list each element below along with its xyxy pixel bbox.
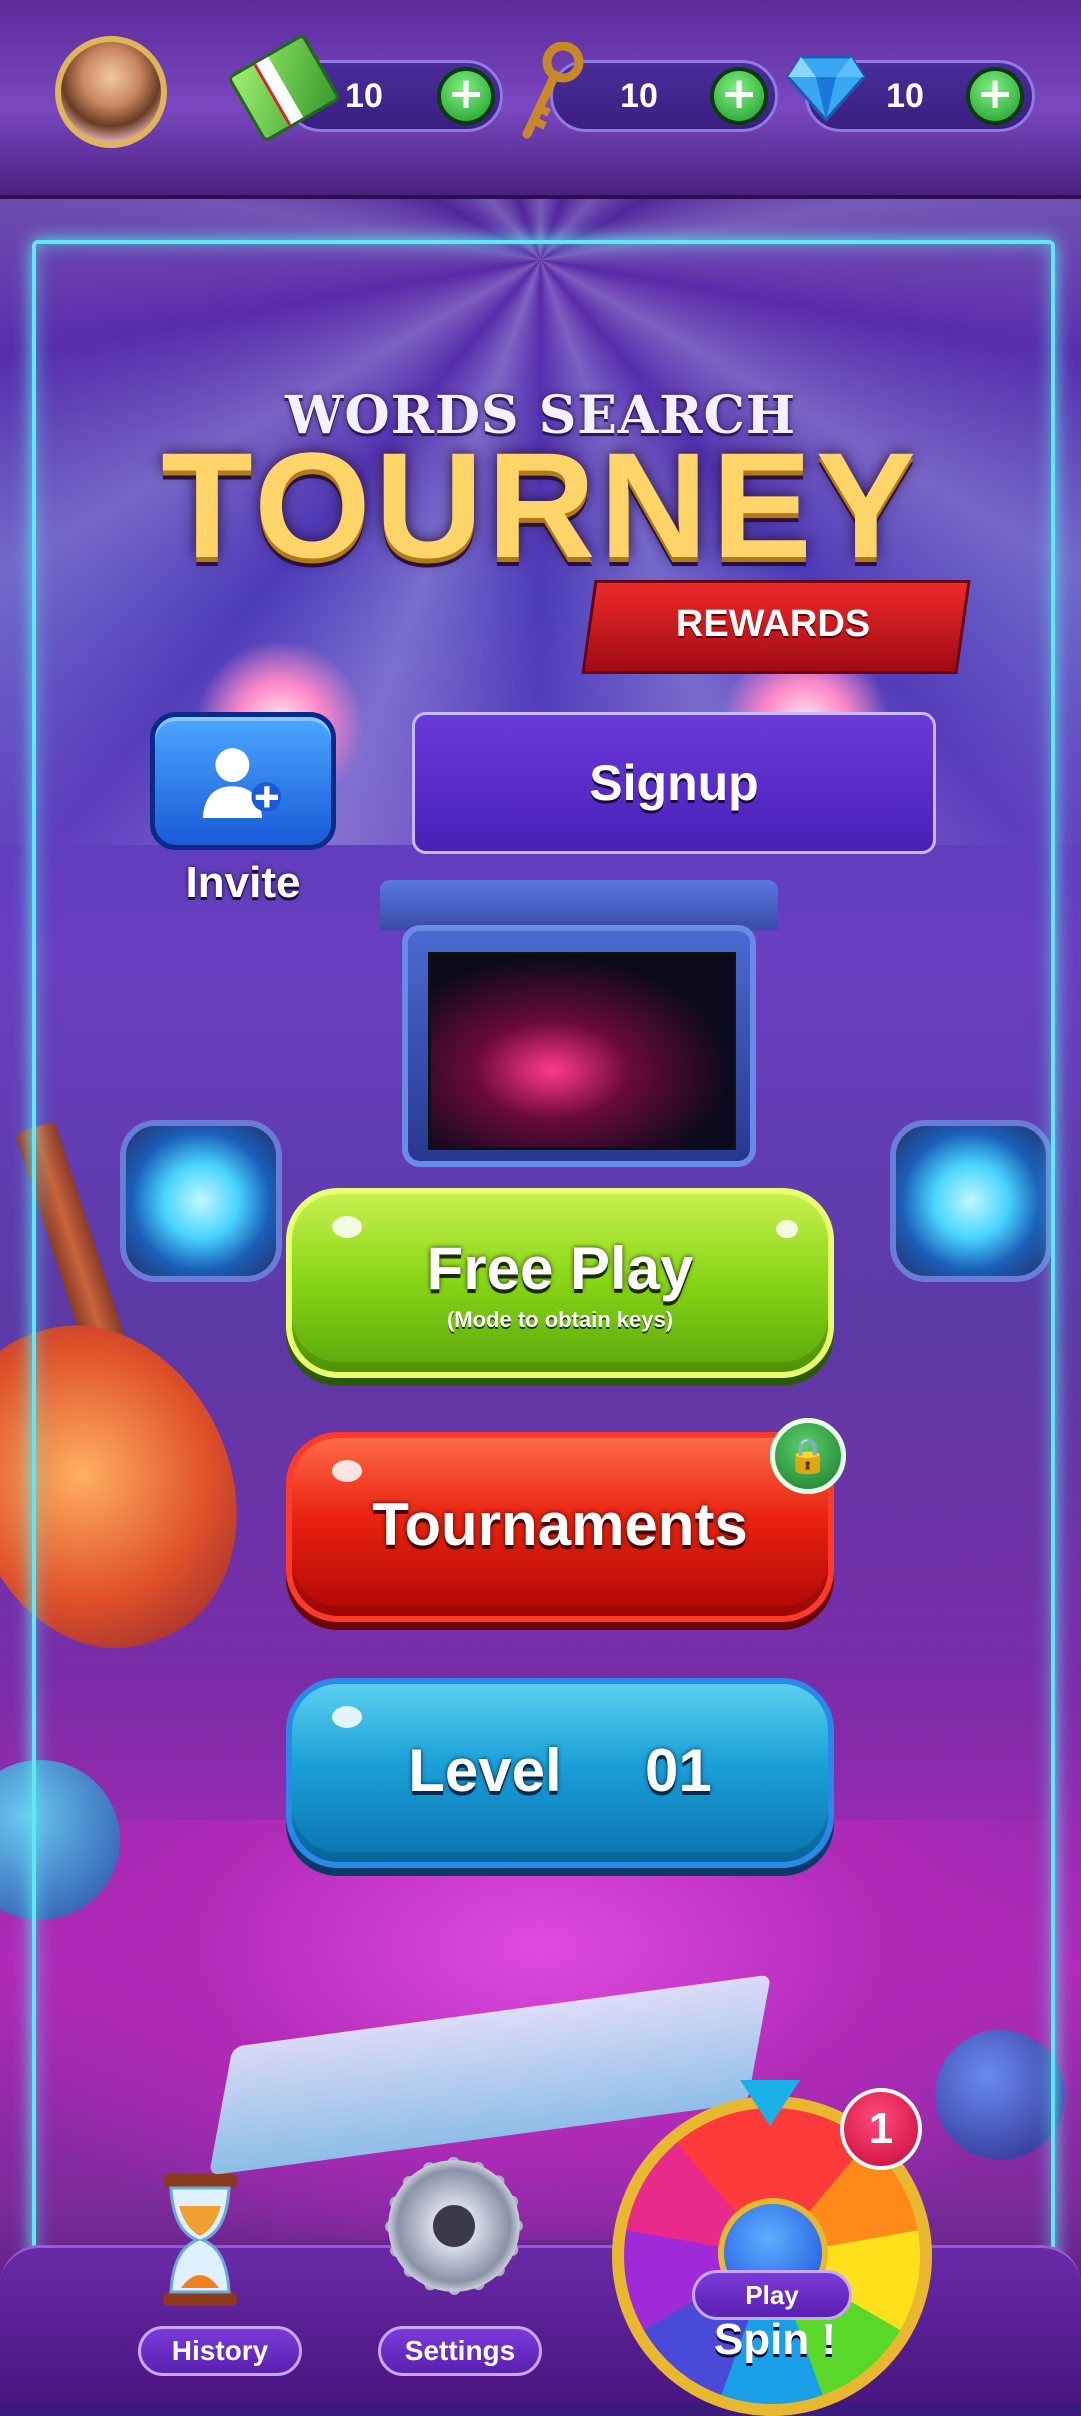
- tv-frame-top: [380, 880, 778, 930]
- spin-count-badge: 1: [840, 2088, 922, 2170]
- add-user-icon: [202, 748, 282, 819]
- history-button[interactable]: History: [138, 2326, 302, 2376]
- rewards-label: REWARDS: [675, 603, 871, 645]
- tournaments-button[interactable]: Tournaments: [286, 1432, 834, 1622]
- play-spin-button[interactable]: Play: [692, 2270, 852, 2320]
- spin-label: Spin !: [713, 2315, 837, 2364]
- diamond-icon: [786, 55, 866, 122]
- free-play-label: Free Play: [426, 1235, 694, 1302]
- game-title: TOURNEY: [161, 421, 920, 589]
- level-button[interactable]: Level 01: [286, 1678, 834, 1868]
- add-diamond-button[interactable]: +: [966, 67, 1024, 125]
- avatar[interactable]: [55, 36, 167, 148]
- add-cash-button[interactable]: +: [437, 67, 495, 125]
- settings-button[interactable]: Settings: [378, 2326, 542, 2376]
- level-number: 01: [645, 1737, 712, 1804]
- signup-button[interactable]: Signup: [412, 712, 936, 854]
- add-key-button[interactable]: +: [710, 67, 768, 125]
- button-shine: [332, 1706, 362, 1728]
- invite-label: Invite: [185, 858, 301, 907]
- tv-screen: [428, 952, 736, 1150]
- level-label: Level: [408, 1737, 562, 1804]
- button-shine: [332, 1460, 362, 1482]
- wheel-pointer-icon: [740, 2080, 800, 2126]
- lock-icon: 🔒: [770, 1418, 846, 1494]
- tournaments-label: Tournaments: [372, 1491, 748, 1558]
- button-shine: [332, 1216, 362, 1238]
- gear-icon: [388, 2160, 520, 2292]
- button-shine: [776, 1220, 798, 1238]
- free-play-button[interactable]: Free Play (Mode to obtain keys): [286, 1188, 834, 1378]
- free-play-sublabel: (Mode to obtain keys): [446, 1307, 674, 1332]
- key-icon: [522, 42, 584, 139]
- level-label-row: Level 01: [292, 1736, 828, 1805]
- hourglass-icon: [163, 2174, 237, 2306]
- invite-button[interactable]: [150, 712, 336, 850]
